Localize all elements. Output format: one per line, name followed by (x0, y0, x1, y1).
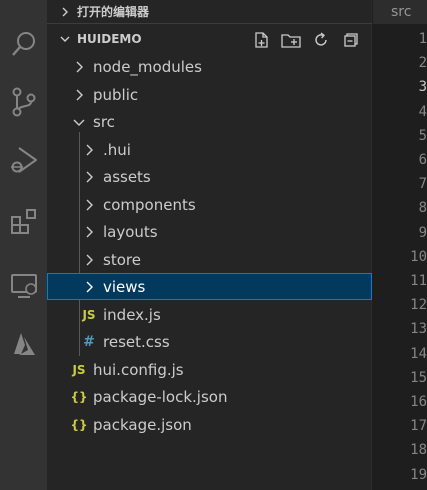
chevron-right-icon (81, 199, 97, 211)
azure-icon[interactable] (0, 320, 47, 368)
line-number: 8 (418, 200, 427, 217)
activity-bar (0, 0, 47, 490)
tree-item-label: public (93, 85, 139, 104)
open-editors-header[interactable]: 打开的编辑器 (47, 0, 372, 24)
search-icon[interactable] (0, 20, 47, 68)
tree-item-label: store (103, 250, 141, 269)
line-number: 13 (410, 321, 427, 338)
extensions-icon[interactable] (0, 198, 47, 246)
project-label: HUIDEMO (77, 32, 142, 46)
chevron-down-icon (71, 117, 87, 127)
source-control-icon[interactable] (0, 78, 47, 126)
tree-item-file[interactable]: {} package-lock.json (47, 383, 372, 410)
javascript-file-icon: JS (72, 362, 86, 377)
chevron-right-icon (57, 7, 73, 17)
javascript-file-icon: JS (82, 307, 96, 322)
tree-item-folder[interactable]: src (47, 108, 372, 135)
tree-item-file[interactable]: {} package.json (47, 411, 372, 438)
refresh-icon[interactable] (310, 29, 332, 51)
line-number: 14 (410, 345, 427, 362)
editor-area: src 1234567891011121314151617181920 (373, 0, 427, 490)
tree-item-label: views (103, 277, 146, 296)
line-number: 2 (418, 55, 427, 72)
tree-item-label: .hui (103, 140, 131, 159)
tree-item-label: components (103, 195, 196, 214)
tree-item-file[interactable]: JS index.js (47, 301, 372, 328)
tree-item-label: package-lock.json (93, 387, 228, 406)
tree-item-label: index.js (103, 305, 161, 324)
tree-item-folder[interactable]: layouts (47, 218, 372, 245)
line-number: 6 (418, 152, 427, 168)
collapse-all-icon[interactable] (340, 29, 362, 51)
line-number: 15 (410, 369, 427, 386)
line-number: 18 (410, 442, 427, 459)
json-file-icon: {} (70, 417, 88, 432)
tree-item-label: layouts (103, 222, 158, 241)
open-editors-label: 打开的编辑器 (77, 5, 150, 19)
tree-item-folder-selected[interactable]: views (47, 273, 372, 300)
css-file-icon: # (83, 333, 95, 350)
remote-explorer-icon[interactable] (0, 262, 47, 310)
run-debug-icon[interactable] (0, 136, 47, 184)
editor-tab[interactable]: src (373, 0, 427, 24)
line-number: 1 (418, 31, 427, 47)
tree-item-folder[interactable]: node_modules (47, 53, 372, 80)
line-number: 11 (410, 273, 427, 289)
chevron-down-icon (57, 34, 73, 44)
line-number: 10 (410, 248, 427, 265)
chevron-right-icon (81, 171, 97, 183)
chevron-right-icon (81, 254, 97, 266)
tree-item-label: package.json (93, 415, 192, 434)
tree-item-folder[interactable]: public (47, 81, 372, 108)
chevron-right-icon (81, 144, 97, 156)
line-number: 19 (410, 466, 427, 483)
line-number: 17 (410, 418, 427, 435)
tree-item-label: node_modules (93, 57, 202, 76)
line-number: 7 (418, 176, 427, 193)
line-number: 16 (410, 394, 427, 410)
json-file-icon: {} (70, 389, 88, 404)
tree-item-file[interactable]: # reset.css (47, 328, 372, 355)
tree-item-file[interactable]: JS hui.config.js (47, 356, 372, 383)
tree-item-folder[interactable]: .hui (47, 136, 372, 163)
line-number: 12 (410, 297, 427, 314)
chevron-right-icon (81, 226, 97, 238)
new-file-icon[interactable] (250, 29, 272, 51)
tree-item-label: reset.css (103, 332, 170, 351)
tree-item-label: src (93, 112, 115, 131)
tree-item-folder[interactable]: store (47, 246, 372, 273)
line-number: 4 (418, 103, 427, 120)
chevron-right-icon (81, 281, 97, 293)
tree-item-folder[interactable]: components (47, 191, 372, 218)
tree-item-label: assets (103, 167, 151, 186)
tree-item-label: hui.config.js (93, 360, 184, 379)
line-number: 5 (418, 127, 427, 144)
tree-item-folder[interactable]: assets (47, 163, 372, 190)
chevron-right-icon (71, 89, 87, 101)
explorer-sidebar: 打开的编辑器 HUIDEMO node_modules public src .… (47, 0, 372, 490)
line-number: 9 (418, 224, 427, 241)
project-header[interactable]: HUIDEMO (47, 27, 372, 51)
new-folder-icon[interactable] (280, 29, 302, 51)
chevron-right-icon (71, 61, 87, 73)
line-number: 3 (418, 79, 427, 96)
